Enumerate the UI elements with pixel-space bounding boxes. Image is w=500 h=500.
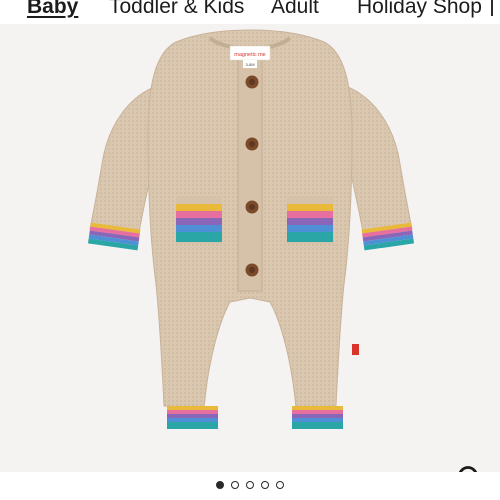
product-photo-romper: magnetic me 3-6M [87,29,415,429]
product-image-gallery[interactable]: magnetic me 3-6M [0,24,500,472]
carousel-pagination [0,472,500,500]
nav-item-toddler-kids[interactable]: Toddler & Kids [109,0,244,21]
right-pocket [287,196,333,244]
magnifier-icon [458,466,478,472]
nav-item-adult[interactable]: Adult [271,0,319,21]
nav-item-holiday-shop[interactable]: Holiday Shop [357,0,482,21]
brand-label-text: magnetic me [234,52,266,58]
zoom-search-button[interactable] [454,462,488,472]
carousel-dot-2[interactable] [231,481,239,489]
carousel-dot-1[interactable] [216,481,224,489]
nav-overflow-edge [491,0,493,16]
leg-cuffs [167,406,343,429]
brand-flag-tag [352,344,359,355]
left-pocket [176,196,222,244]
carousel-dot-4[interactable] [261,481,269,489]
top-nav: Baby Toddler & Kids Adult Holiday Shop [0,0,500,24]
nav-item-baby[interactable]: Baby [27,0,78,21]
carousel-dot-5[interactable] [276,481,284,489]
size-label-text: 3-6M [245,62,254,67]
carousel-dot-3[interactable] [246,481,254,489]
